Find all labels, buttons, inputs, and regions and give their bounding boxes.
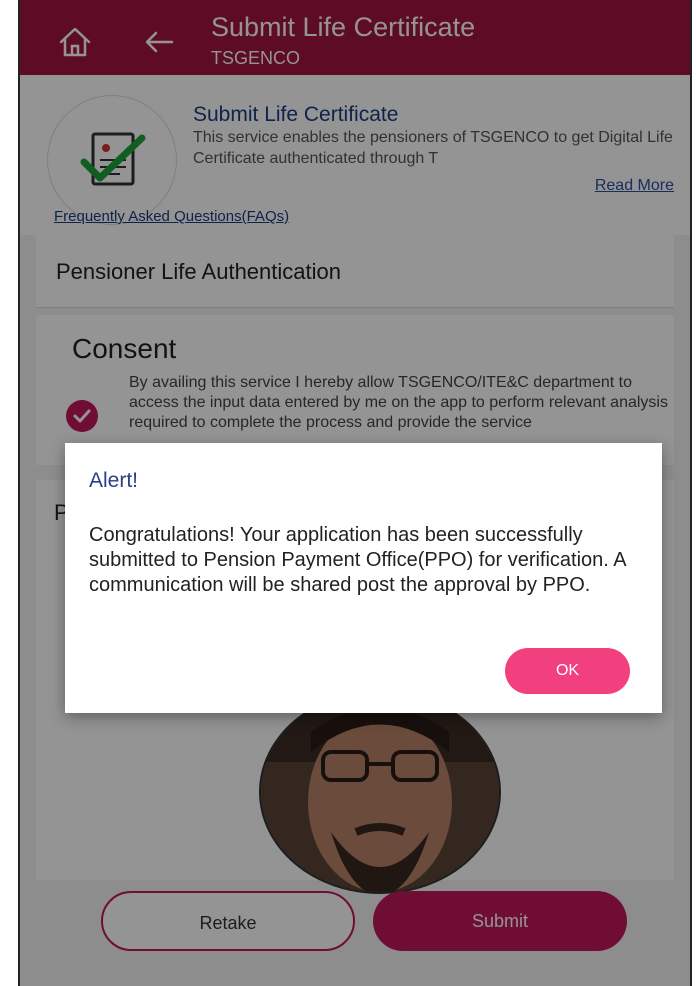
- app-frame: Submit Life Certificate TSGENCO Submit L…: [18, 0, 692, 986]
- alert-title: Alert!: [89, 469, 139, 492]
- alert-dialog: Alert! Congratulations! Your application…: [65, 443, 662, 713]
- ok-button[interactable]: OK: [505, 648, 630, 694]
- alert-message: Congratulations! Your application has be…: [89, 524, 626, 596]
